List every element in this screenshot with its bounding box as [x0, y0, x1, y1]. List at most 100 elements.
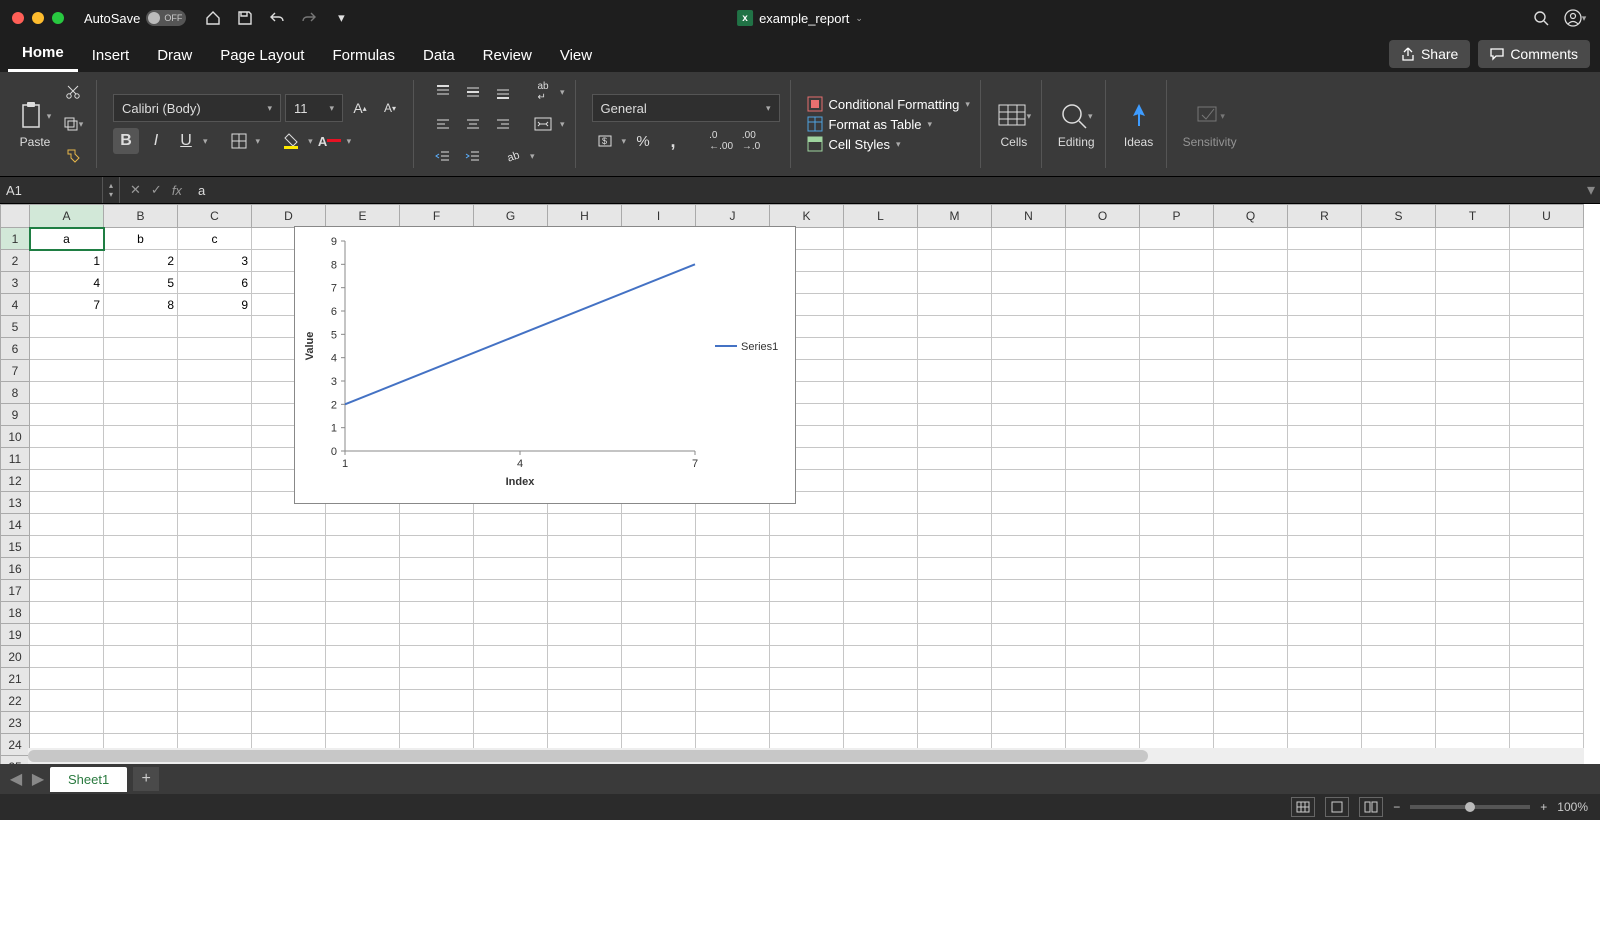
cell[interactable]: [1510, 426, 1584, 448]
tab-formulas[interactable]: Formulas: [318, 39, 409, 72]
cell[interactable]: [1140, 690, 1214, 712]
cell[interactable]: [696, 514, 770, 536]
cell[interactable]: [30, 712, 104, 734]
cell[interactable]: [252, 602, 326, 624]
cell[interactable]: 9: [178, 294, 252, 316]
cell[interactable]: [104, 316, 178, 338]
cell[interactable]: [918, 470, 992, 492]
cell[interactable]: [30, 536, 104, 558]
column-header[interactable]: E: [326, 205, 400, 228]
cell[interactable]: [844, 536, 918, 558]
cell[interactable]: [548, 646, 622, 668]
cell[interactable]: [1510, 316, 1584, 338]
cell[interactable]: [1436, 668, 1510, 690]
cell[interactable]: [696, 536, 770, 558]
cancel-formula-icon[interactable]: ✕: [130, 182, 141, 198]
cell[interactable]: [30, 514, 104, 536]
row-header[interactable]: 24: [1, 734, 30, 756]
cell[interactable]: [326, 646, 400, 668]
cell[interactable]: [1140, 668, 1214, 690]
cell[interactable]: [918, 250, 992, 272]
cell[interactable]: [30, 338, 104, 360]
cell[interactable]: [178, 602, 252, 624]
cell[interactable]: [918, 448, 992, 470]
horizontal-scrollbar[interactable]: [28, 748, 1584, 764]
cell[interactable]: [992, 558, 1066, 580]
cell[interactable]: [1066, 492, 1140, 514]
cell[interactable]: [474, 536, 548, 558]
align-right-icon[interactable]: [490, 111, 516, 137]
row-header[interactable]: 10: [1, 426, 30, 448]
cell[interactable]: [548, 536, 622, 558]
cell[interactable]: [1362, 448, 1436, 470]
cell[interactable]: [1214, 228, 1288, 250]
cell[interactable]: [844, 294, 918, 316]
cell[interactable]: [770, 602, 844, 624]
cell[interactable]: [474, 712, 548, 734]
cell[interactable]: [1288, 602, 1362, 624]
cell[interactable]: [622, 646, 696, 668]
cell[interactable]: [844, 316, 918, 338]
cell[interactable]: [918, 690, 992, 712]
cell[interactable]: [1214, 470, 1288, 492]
cell[interactable]: [1066, 712, 1140, 734]
cell[interactable]: [844, 646, 918, 668]
close-window-icon[interactable]: [12, 12, 24, 24]
cell[interactable]: [918, 360, 992, 382]
fx-icon[interactable]: fx: [172, 183, 182, 198]
cell[interactable]: [992, 668, 1066, 690]
row-header[interactable]: 4: [1, 294, 30, 316]
cell[interactable]: [1362, 470, 1436, 492]
cell[interactable]: [770, 668, 844, 690]
cell[interactable]: [400, 514, 474, 536]
cell[interactable]: [992, 272, 1066, 294]
cell[interactable]: [1510, 228, 1584, 250]
cell[interactable]: [178, 536, 252, 558]
cell[interactable]: [1362, 294, 1436, 316]
cell[interactable]: [770, 558, 844, 580]
cell[interactable]: [178, 426, 252, 448]
cell[interactable]: [474, 646, 548, 668]
cell[interactable]: [178, 514, 252, 536]
cell[interactable]: [178, 624, 252, 646]
cell[interactable]: [252, 558, 326, 580]
row-header[interactable]: 18: [1, 602, 30, 624]
cell[interactable]: [1214, 668, 1288, 690]
cell[interactable]: [1288, 338, 1362, 360]
column-header[interactable]: T: [1436, 205, 1510, 228]
cell[interactable]: [400, 690, 474, 712]
cell[interactable]: [104, 668, 178, 690]
cell[interactable]: [992, 536, 1066, 558]
cell[interactable]: [844, 492, 918, 514]
cell[interactable]: [1362, 602, 1436, 624]
zoom-out-button[interactable]: −: [1393, 800, 1400, 814]
cell[interactable]: [1066, 316, 1140, 338]
cell[interactable]: 6: [178, 272, 252, 294]
row-header[interactable]: 13: [1, 492, 30, 514]
cell[interactable]: [992, 470, 1066, 492]
cell[interactable]: [844, 338, 918, 360]
cell[interactable]: [104, 646, 178, 668]
save-icon[interactable]: [236, 9, 254, 27]
cell[interactable]: [770, 712, 844, 734]
cell[interactable]: [326, 690, 400, 712]
cell[interactable]: [1510, 646, 1584, 668]
cell[interactable]: [696, 668, 770, 690]
cell[interactable]: [1436, 426, 1510, 448]
format-painter-icon[interactable]: [60, 143, 86, 169]
cell[interactable]: [696, 646, 770, 668]
cell[interactable]: [622, 690, 696, 712]
cell[interactable]: [696, 624, 770, 646]
cell[interactable]: [1066, 602, 1140, 624]
cell[interactable]: [1510, 668, 1584, 690]
cell[interactable]: [918, 712, 992, 734]
ideas-button[interactable]: Ideas: [1122, 99, 1156, 149]
cell[interactable]: [252, 668, 326, 690]
cell[interactable]: [178, 558, 252, 580]
cell[interactable]: [30, 624, 104, 646]
minimize-window-icon[interactable]: [32, 12, 44, 24]
cell[interactable]: [844, 690, 918, 712]
cell[interactable]: [696, 602, 770, 624]
cell[interactable]: [178, 404, 252, 426]
filename-chevron-icon[interactable]: ⌄: [855, 13, 863, 24]
